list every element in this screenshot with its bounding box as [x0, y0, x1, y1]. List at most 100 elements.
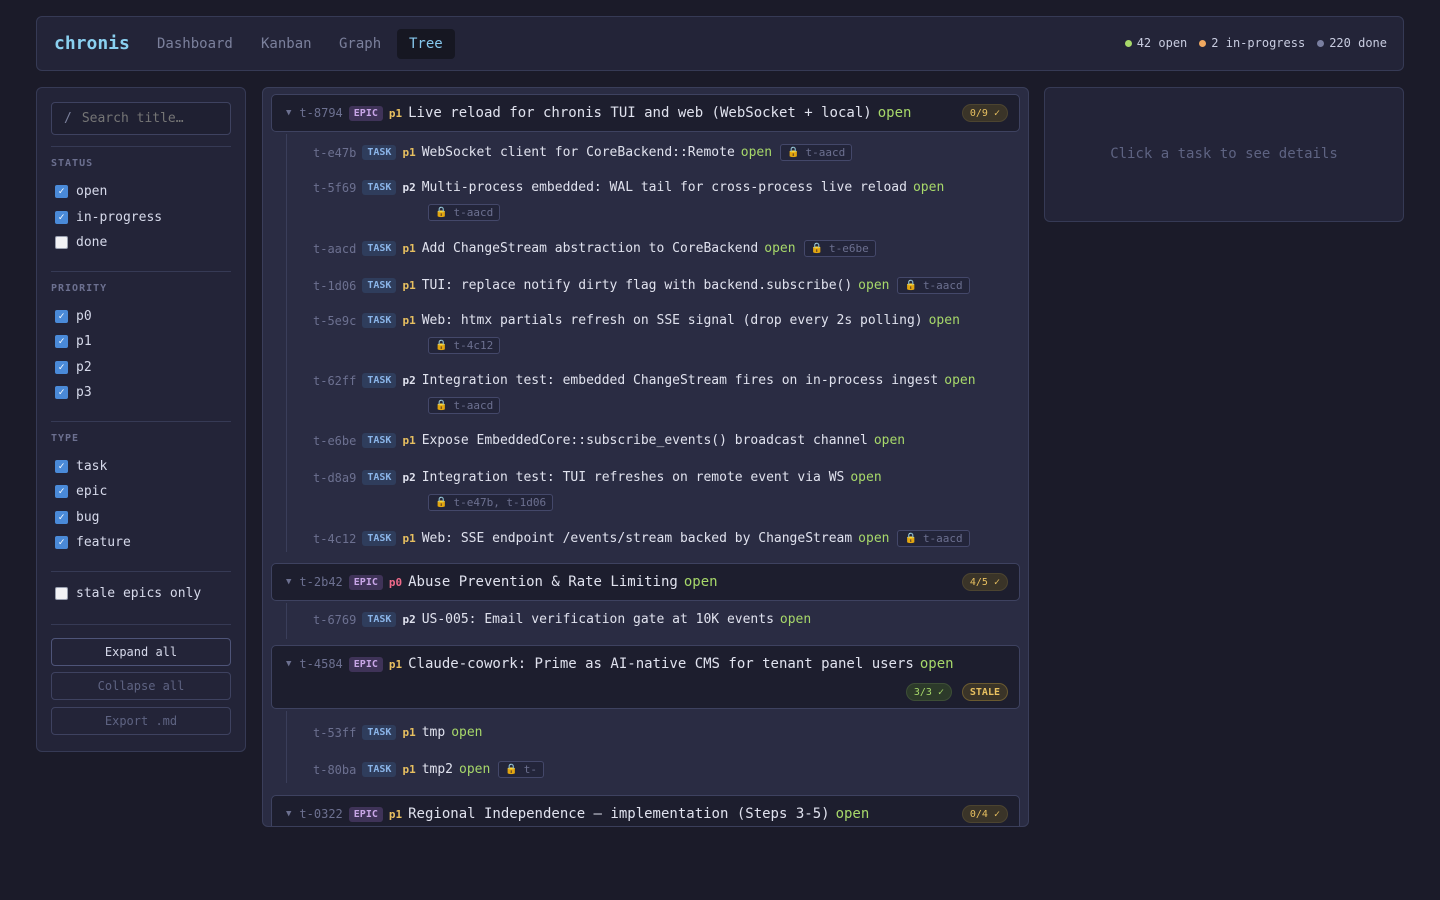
checkbox-unchecked-icon[interactable] — [55, 236, 68, 249]
filter-priority-p3[interactable]: ✓ p3 — [55, 385, 92, 400]
checkbox-checked-icon[interactable]: ✓ — [55, 485, 68, 498]
type-badge: TASK — [362, 612, 397, 627]
checkbox-checked-icon[interactable]: ✓ — [55, 335, 68, 348]
task-row[interactable]: t-e47b TASK p1 WebSocket client for Core… — [313, 144, 853, 161]
task-row[interactable]: t-80ba TASK p1 tmp2 open 🔒 t- — [313, 761, 545, 778]
priority-badge: p2 — [402, 374, 416, 387]
epic-row[interactable]: ▼ t-2b42 EPIC p0 Abuse Prevention & Rate… — [271, 563, 1020, 601]
status-label: open — [858, 531, 890, 546]
type-badge: TASK — [362, 470, 397, 485]
priority-badge: p1 — [402, 763, 416, 776]
type-badge: EPIC — [348, 656, 383, 672]
stale-badge: STALE — [961, 683, 1008, 701]
tab-graph[interactable]: Graph — [327, 29, 393, 59]
filter-priority-p0[interactable]: ✓ p0 — [55, 309, 92, 324]
checkbox-checked-icon[interactable]: ✓ — [55, 211, 68, 224]
filter-status-done[interactable]: done — [55, 235, 107, 250]
checkbox-checked-icon[interactable]: ✓ — [55, 460, 68, 473]
lock-icon: 🔒 — [435, 207, 448, 218]
task-id: t-5e9c — [313, 313, 357, 328]
task-row[interactable]: t-53ff TASK p1 tmp open — [313, 725, 483, 740]
task-title: tmp2 — [421, 762, 454, 777]
priority-badge: p2 — [402, 181, 416, 194]
task-row[interactable]: t-d8a9 TASK p2 Integration test: TUI ref… — [313, 470, 882, 485]
progress-badge: 0/4 ✓ — [961, 805, 1008, 823]
task-title: Add ChangeStream abstraction to CoreBack… — [421, 241, 759, 256]
expand-all-button[interactable]: Expand all — [51, 638, 231, 666]
epic-id: t-0322 — [299, 807, 343, 821]
lock-icon: 🔒 — [435, 497, 448, 508]
priority-badge: p1 — [402, 726, 416, 739]
divider — [51, 624, 231, 625]
filter-priority-p2[interactable]: ✓ p2 — [55, 360, 92, 375]
task-row[interactable]: t-62ff TASK p2 Integration test: embedde… — [313, 373, 976, 388]
status-label: open — [873, 433, 906, 448]
search-input[interactable] — [81, 111, 222, 126]
checkbox-checked-icon[interactable]: ✓ — [55, 511, 68, 524]
task-title: Multi-process embedded: WAL tail for cro… — [421, 180, 907, 195]
filter-status-in-progress[interactable]: ✓ in-progress — [55, 210, 162, 225]
blocked-by-badge: 🔒 t-aacd — [428, 397, 501, 414]
task-row[interactable]: t-5f69 TASK p2 Multi-process embedded: W… — [313, 180, 944, 195]
status-summary: 42 open 2 in-progress 220 done — [1124, 36, 1387, 50]
blocked-by-badge: 🔒 t-aacd — [897, 277, 970, 294]
task-row[interactable]: t-4c12 TASK p1 Web: SSE endpoint /events… — [313, 530, 970, 547]
priority-badge: p1 — [402, 314, 416, 327]
filter-type-bug[interactable]: ✓ bug — [55, 510, 99, 525]
filter-priority-p1[interactable]: ✓ p1 — [55, 334, 92, 349]
priority-badge: p1 — [402, 434, 416, 447]
task-id: t-e6be — [313, 433, 357, 448]
lock-icon: 🔒 — [435, 340, 448, 351]
type-badge: TASK — [362, 313, 397, 328]
task-row[interactable]: t-1d06 TASK p1 TUI: replace notify dirty… — [313, 277, 970, 294]
task-row[interactable]: t-6769 TASK p2 US-005: Email verificatio… — [313, 612, 811, 627]
checkbox-checked-icon[interactable]: ✓ — [55, 310, 68, 323]
type-badge: EPIC — [348, 105, 383, 121]
filter-type-epic[interactable]: ✓ epic — [55, 484, 107, 499]
caret-down-icon[interactable]: ▼ — [286, 108, 291, 118]
epic-row[interactable]: ▼ t-0322 EPIC p1 Regional Independence —… — [271, 795, 1020, 826]
search-box[interactable]: / — [51, 102, 231, 135]
caret-down-icon[interactable]: ▼ — [286, 659, 291, 669]
epic-row[interactable]: ▼ t-4584 EPIC p1 Claude-cowork: Prime as… — [271, 645, 1020, 709]
stat-done: 220 done — [1317, 36, 1387, 50]
caret-down-icon[interactable]: ▼ — [286, 809, 291, 819]
priority-badge: p1 — [402, 279, 416, 292]
status-label: open — [850, 470, 882, 485]
tab-kanban[interactable]: Kanban — [249, 29, 324, 59]
epic-id: t-8794 — [299, 106, 343, 120]
brand-logo[interactable]: chronis — [54, 33, 130, 54]
tab-dashboard[interactable]: Dashboard — [145, 29, 245, 59]
checkbox-checked-icon[interactable]: ✓ — [55, 185, 68, 198]
task-row[interactable]: t-aacd TASK p1 Add ChangeStream abstract… — [313, 240, 876, 257]
priority-badge: p0 — [388, 575, 403, 589]
epic-id: t-4584 — [299, 657, 343, 671]
task-title: TUI: replace notify dirty flag with back… — [421, 278, 853, 293]
open-dot-icon — [1124, 39, 1132, 47]
tab-tree[interactable]: Tree — [397, 29, 455, 59]
task-row[interactable]: t-5e9c TASK p1 Web: htmx partials refres… — [313, 313, 960, 328]
task-id: t-6769 — [313, 612, 357, 627]
filter-status-open[interactable]: ✓ open — [55, 184, 107, 199]
tree-guide-line — [286, 134, 287, 552]
checkbox-checked-icon[interactable]: ✓ — [55, 361, 68, 374]
export-md-button[interactable]: Export .md — [51, 707, 231, 735]
divider — [51, 271, 231, 272]
filter-type-feature[interactable]: ✓ feature — [55, 535, 131, 550]
filter-stale-epics[interactable]: stale epics only — [55, 586, 201, 601]
progress-badge: 4/5 ✓ — [961, 573, 1008, 591]
filter-type-task[interactable]: ✓ task — [55, 459, 107, 474]
checkbox-checked-icon[interactable]: ✓ — [55, 386, 68, 399]
caret-down-icon[interactable]: ▼ — [286, 577, 291, 587]
checkbox-checked-icon[interactable]: ✓ — [55, 536, 68, 549]
task-row[interactable]: t-e6be TASK p1 Expose EmbeddedCore::subs… — [313, 433, 905, 448]
lock-icon: 🔒 — [435, 400, 448, 411]
collapse-all-button[interactable]: Collapse all — [51, 672, 231, 700]
task-id: t-e47b — [313, 145, 357, 160]
epic-row[interactable]: ▼ t-8794 EPIC p1 Live reload for chronis… — [271, 94, 1020, 132]
priority-badge: p1 — [402, 532, 416, 545]
checkbox-unchecked-icon[interactable] — [55, 587, 68, 600]
search-slash-icon: / — [64, 111, 72, 126]
type-badge: TASK — [362, 180, 397, 195]
epic-title: Regional Independence — implementation (… — [408, 806, 830, 822]
